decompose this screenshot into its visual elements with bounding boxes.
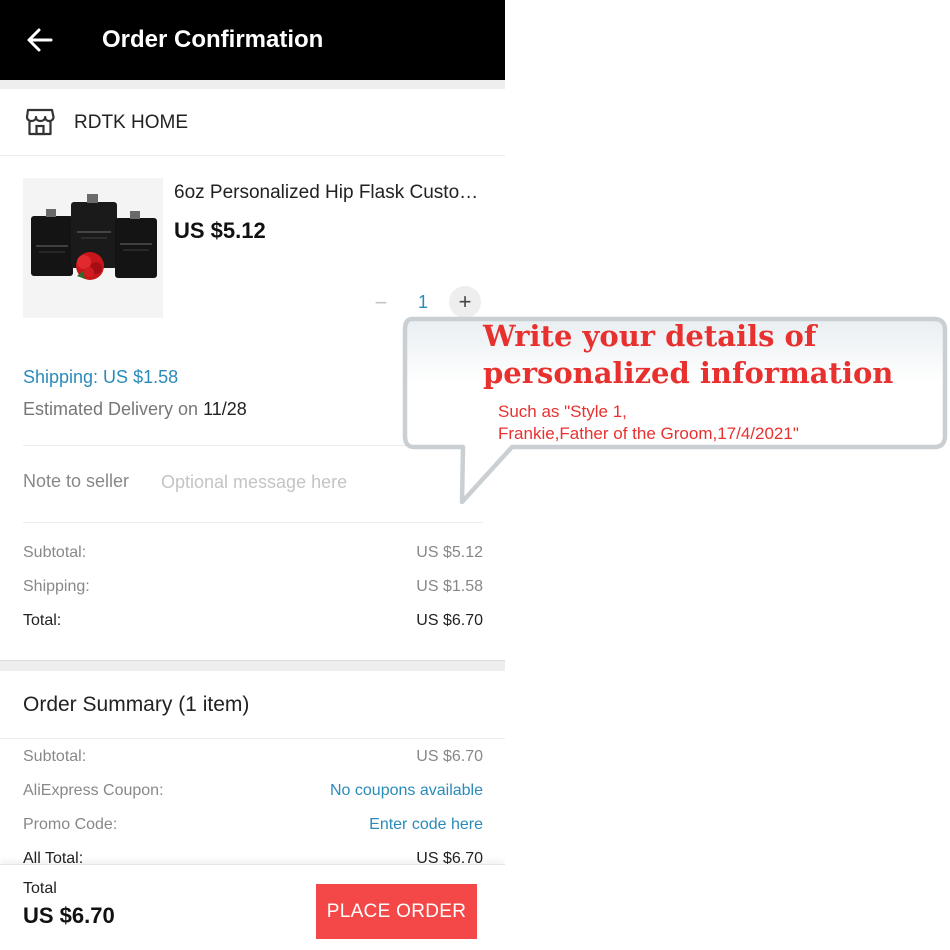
product-image[interactable] [23, 178, 163, 318]
checkout-bar: Total US $6.70 PLACE ORDER [0, 864, 505, 950]
note-to-seller-label: Note to seller [23, 471, 130, 491]
store-total-row: Total: US $6.70 [23, 612, 483, 636]
section-separator [0, 660, 505, 671]
promo-code-row[interactable]: Promo Code: Enter code here [23, 816, 483, 840]
store-shipping-row: Shipping: US $1.58 [23, 578, 483, 602]
enter-promo-code-link[interactable]: Enter code here [369, 816, 483, 834]
quantity-value: 1 [417, 292, 428, 312]
total-label: Total [23, 880, 57, 897]
delivery-date: 11/28 [203, 399, 247, 419]
callout-example-line-2: Frankie,Father of the Groom,17/4/2021" [498, 424, 799, 443]
coupon-row[interactable]: AliExpress Coupon: No coupons available [23, 782, 483, 806]
store-row[interactable]: RDTK HOME [0, 89, 505, 156]
store-subtotal-row: Subtotal: US $5.12 [23, 544, 483, 568]
top-app-bar: Order Confirmation [0, 0, 505, 80]
divider [0, 738, 505, 739]
row-label: Subtotal: [23, 544, 87, 561]
row-label: Total: [23, 612, 62, 629]
order-summary-title: Order Summary (1 item) [23, 693, 250, 716]
row-value: US $1.58 [416, 578, 483, 595]
summary-subtotal-row: Subtotal: US $6.70 [23, 748, 483, 772]
callout-example-line-1: Such as "Style 1, [498, 402, 627, 421]
store-icon [25, 108, 55, 136]
coupon-link[interactable]: No coupons available [330, 782, 483, 800]
callout-title-line-2: personalized information [483, 356, 894, 390]
delivery-prefix: Estimated Delivery on [23, 399, 204, 419]
row-value: US $5.12 [416, 544, 483, 561]
callout-title-line-1: Write your details of [483, 319, 817, 353]
back-arrow-icon[interactable] [22, 22, 58, 58]
total-value: US $6.70 [23, 903, 115, 928]
row-label: AliExpress Coupon: [23, 782, 164, 799]
row-label: Subtotal: [23, 748, 87, 765]
row-value: US $6.70 [416, 748, 483, 765]
product-title[interactable]: 6oz Personalized Hip Flask Customized En… [174, 182, 479, 204]
header-divider [0, 80, 505, 89]
quantity-increment-button[interactable]: + [449, 286, 481, 318]
hip-flask-photo [23, 178, 163, 318]
row-label: Shipping: [23, 578, 90, 595]
place-order-button[interactable]: PLACE ORDER [316, 884, 477, 939]
page-title: Order Confirmation [102, 26, 324, 53]
shipping-fee-link[interactable]: Shipping: US $1.58 [23, 367, 178, 388]
divider [23, 522, 483, 523]
store-name[interactable]: RDTK HOME [74, 112, 188, 134]
estimated-delivery: Estimated Delivery on 11/28 [23, 399, 247, 420]
product-price: US $5.12 [174, 218, 266, 243]
row-value: US $6.70 [416, 612, 483, 629]
quantity-decrement-button[interactable]: − [366, 288, 396, 318]
row-label: Promo Code: [23, 816, 118, 833]
